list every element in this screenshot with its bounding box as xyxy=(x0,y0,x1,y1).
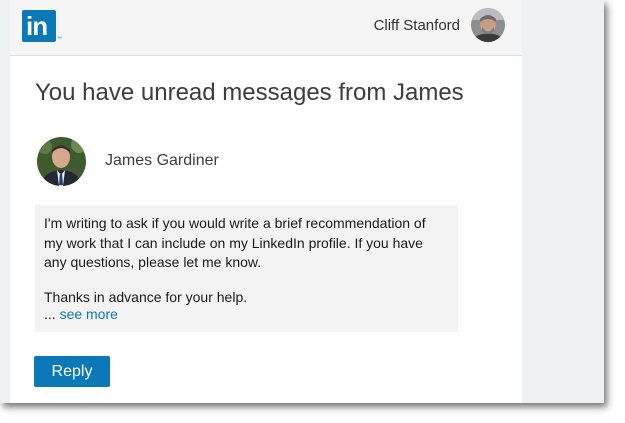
message-line: Thanks in advance for your help. xyxy=(44,289,248,305)
logo-trademark: ™ xyxy=(57,36,62,42)
recipient-avatar[interactable] xyxy=(471,8,505,42)
message-line: any questions, please let me know. xyxy=(44,254,262,270)
message-line: I'm writing to ask if you would write a … xyxy=(44,215,426,231)
see-more-row: ... see more xyxy=(44,306,118,322)
logo-text: in xyxy=(26,11,48,41)
avatar-photo-icon xyxy=(471,8,505,42)
email-header: in ™ Cliff Stanford xyxy=(10,0,522,56)
reply-button[interactable]: Reply xyxy=(34,356,110,387)
ellipsis: ... xyxy=(44,306,60,322)
avatar-photo-icon xyxy=(37,137,86,186)
message-preview: I'm writing to ask if you would write a … xyxy=(35,205,458,332)
logo-box: in xyxy=(22,10,56,42)
sender-name: James Gardiner xyxy=(105,152,219,169)
linkedin-logo-icon[interactable]: in ™ xyxy=(22,10,62,44)
sender-avatar[interactable] xyxy=(37,137,86,186)
see-more-link[interactable]: see more xyxy=(60,306,118,322)
email-window: in ™ Cliff Stanford You have unread mess… xyxy=(0,0,604,403)
email-card: in ™ Cliff Stanford You have unread mess… xyxy=(10,0,522,403)
recipient-name[interactable]: Cliff Stanford xyxy=(374,17,460,34)
message-line: my work that I can include on my LinkedI… xyxy=(44,235,423,251)
page-title: You have unread messages from James xyxy=(35,79,464,106)
